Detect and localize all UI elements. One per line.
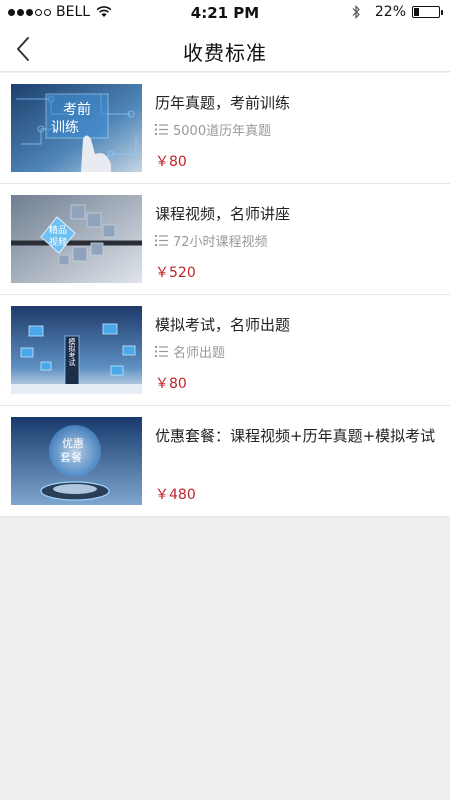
status-bar: BELL 4:21 PM 22% bbox=[0, 0, 450, 26]
svg-text:视频: 视频 bbox=[49, 236, 67, 248]
svg-text:套餐: 套餐 bbox=[60, 450, 82, 464]
svg-text:模拟考试: 模拟考试 bbox=[68, 337, 76, 367]
item-title: 历年真题，考前训练 bbox=[155, 94, 291, 112]
pricing-item-mock-exams[interactable]: 模拟考试 模拟考试，名师出题 名师出题 ￥80 bbox=[0, 295, 450, 406]
battery-level bbox=[414, 8, 420, 16]
course-thumbnail: 优惠 套餐 bbox=[11, 417, 142, 505]
item-meta-text: 72小时课程视频 bbox=[173, 235, 268, 250]
item-price: ￥480 bbox=[155, 487, 196, 503]
battery-status: 22% bbox=[351, 4, 443, 20]
battery-percent: 22% bbox=[374, 4, 406, 20]
item-meta-text: 5000道历年真题 bbox=[173, 124, 272, 139]
item-meta: 72小时课程视频 bbox=[155, 231, 268, 250]
battery-icon bbox=[412, 6, 443, 18]
list-icon bbox=[155, 124, 168, 135]
svg-text:优惠: 优惠 bbox=[62, 436, 84, 450]
course-thumbnail: 精品 视频 bbox=[11, 195, 142, 283]
item-title: 优惠套餐：课程视频+历年真题+模拟考试 bbox=[155, 427, 436, 445]
course-thumbnail: 考前 训练 bbox=[11, 84, 142, 172]
bluetooth-icon bbox=[352, 5, 360, 19]
list-icon bbox=[155, 346, 168, 357]
svg-text:训练: 训练 bbox=[51, 120, 79, 136]
list-icon bbox=[155, 235, 168, 246]
item-title: 模拟考试，名师出题 bbox=[155, 316, 291, 334]
item-meta-text: 名师出题 bbox=[173, 346, 226, 361]
item-price: ￥80 bbox=[155, 376, 187, 392]
item-meta: 5000道历年真题 bbox=[155, 120, 271, 139]
svg-text:考前: 考前 bbox=[63, 101, 91, 118]
navigation-bar: 收费标准 bbox=[0, 26, 450, 72]
item-meta: 名师出题 bbox=[155, 342, 225, 361]
item-price: ￥80 bbox=[155, 154, 187, 170]
pricing-item-video-courses[interactable]: 精品 视频 课程视频，名师讲座 72小时课程视频 ￥520 bbox=[0, 184, 450, 295]
item-price: ￥520 bbox=[155, 265, 196, 281]
page-title: 收费标准 bbox=[183, 41, 267, 65]
pricing-list: 考前 训练 历年真题，考前训练 5000道历年真题 ￥80 精品 视频 课程视频… bbox=[0, 73, 450, 517]
item-title: 课程视频，名师讲座 bbox=[155, 205, 291, 223]
pricing-item-past-exams[interactable]: 考前 训练 历年真题，考前训练 5000道历年真题 ￥80 bbox=[0, 73, 450, 184]
svg-text:精品: 精品 bbox=[49, 224, 67, 236]
course-thumbnail: 模拟考试 bbox=[11, 306, 142, 394]
pricing-item-bundle[interactable]: 优惠 套餐 优惠套餐：课程视频+历年真题+模拟考试 ￥480 bbox=[0, 406, 450, 517]
